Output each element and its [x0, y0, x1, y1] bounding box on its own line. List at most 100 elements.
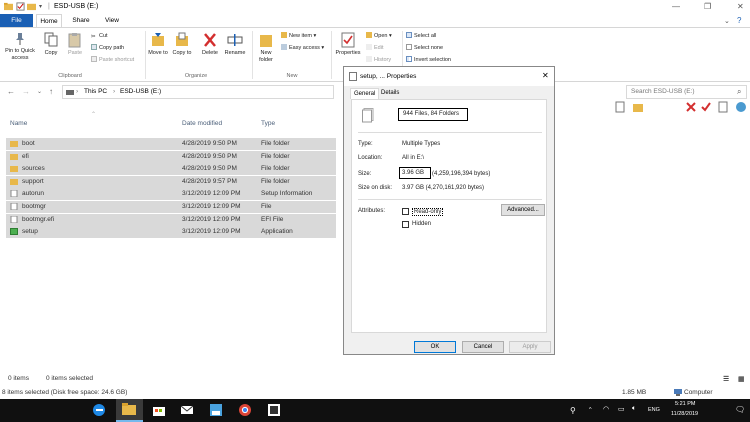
- file-row[interactable]: sources 4/28/2019 9:50 PM File folder: [6, 163, 336, 176]
- file-row[interactable]: support 4/28/2019 9:57 PM File folder: [6, 175, 336, 188]
- file-icon: [10, 203, 18, 210]
- page-icon[interactable]: [615, 101, 625, 113]
- file-row[interactable]: bootmgr.efi 3/12/2019 12:09 PM EFI File: [6, 213, 336, 226]
- easy-access-button[interactable]: Easy access ▾: [281, 44, 324, 52]
- advanced-button[interactable]: Advanced...: [501, 204, 545, 216]
- move-to-button[interactable]: Move to: [148, 32, 168, 57]
- new-folder-quick-icon[interactable]: [27, 2, 36, 11]
- select-none-button[interactable]: Select none: [406, 44, 443, 52]
- folder-toolbar-icon[interactable]: [633, 101, 643, 113]
- pin-quick-access-button[interactable]: Pin to Quick access: [3, 32, 37, 61]
- cut-button[interactable]: ✂ Cut: [91, 32, 108, 40]
- address-box[interactable]: › This PC › ESD-USB (E:): [62, 85, 334, 99]
- breadcrumb-this-pc[interactable]: This PC: [84, 88, 107, 95]
- breadcrumb-esd-usb[interactable]: ESD-USB (E:): [120, 88, 161, 95]
- app-icon[interactable]: [267, 403, 281, 417]
- cancel-button[interactable]: Cancel: [462, 341, 504, 353]
- readonly-checkbox[interactable]: [402, 208, 409, 215]
- file-row[interactable]: efi 4/28/2019 9:50 PM File folder: [6, 150, 336, 163]
- properties-toolbar-icon[interactable]: [718, 101, 728, 113]
- column-date[interactable]: Date modified: [182, 120, 222, 127]
- new-item-icon: [281, 32, 287, 38]
- delete-toolbar-icon[interactable]: [686, 101, 696, 113]
- edit-button[interactable]: Edit: [366, 44, 383, 52]
- new-item-button[interactable]: New item ▾: [281, 32, 316, 40]
- clock-date[interactable]: 11/28/2019: [671, 411, 698, 417]
- copy-to-button[interactable]: Copy to: [172, 32, 192, 57]
- tab-home[interactable]: Home: [36, 14, 62, 27]
- history-button[interactable]: History: [366, 56, 391, 64]
- recent-dropdown-icon[interactable]: ⌄: [37, 88, 42, 95]
- quick-access-dropdown-icon[interactable]: ▾: [39, 3, 42, 10]
- up-arrow-icon[interactable]: ↑: [49, 87, 53, 96]
- volume-icon[interactable]: 🔈︎: [632, 405, 636, 413]
- globe-toolbar-icon[interactable]: [735, 101, 747, 113]
- clock-time[interactable]: 5:21 PM: [675, 401, 695, 407]
- tab-general[interactable]: General: [350, 88, 380, 99]
- size-bytes: (4,259,196,394 bytes): [432, 171, 491, 177]
- copy-path-button[interactable]: Copy path: [91, 44, 124, 52]
- ok-button[interactable]: OK: [414, 341, 456, 353]
- tab-details[interactable]: Details: [378, 88, 402, 99]
- invert-selection-button[interactable]: Invert selection: [406, 56, 451, 64]
- rename-button[interactable]: Rename: [223, 32, 247, 57]
- file-row[interactable]: setup 3/12/2019 12:09 PM Application: [6, 226, 336, 239]
- tab-file[interactable]: File: [0, 14, 33, 27]
- paste-button[interactable]: Paste: [64, 32, 86, 57]
- delete-button[interactable]: Delete: [199, 32, 221, 57]
- file-row[interactable]: autorun 3/12/2019 12:09 PM Setup Informati…: [6, 188, 336, 201]
- dialog-close-icon[interactable]: ✕: [542, 71, 549, 80]
- file-row[interactable]: boot 4/28/2019 9:50 PM File folder: [6, 138, 336, 150]
- help-icon[interactable]: ?: [737, 16, 741, 25]
- move-to-icon: [152, 33, 164, 46]
- forward-arrow-icon[interactable]: →: [22, 87, 30, 96]
- open-button[interactable]: Open ▾: [366, 32, 392, 40]
- contents-value: 944 Files, 84 Folders: [403, 111, 460, 117]
- large-icons-view-icon[interactable]: ▦: [738, 375, 745, 383]
- readonly-label[interactable]: Read-only: [412, 208, 444, 216]
- properties-quick-icon[interactable]: [16, 2, 25, 11]
- battery-icon[interactable]: ▭: [618, 405, 625, 413]
- ribbon-expand-icon[interactable]: ⌄: [724, 17, 730, 25]
- mail-icon[interactable]: [180, 403, 194, 417]
- tray-chevron-icon[interactable]: ^: [589, 407, 592, 413]
- hidden-label[interactable]: Hidden: [412, 221, 431, 227]
- column-name[interactable]: Name: [10, 120, 27, 127]
- folder-icon: [10, 141, 18, 147]
- select-all-button[interactable]: Select all: [406, 32, 436, 40]
- breadcrumb-chevron-icon: ›: [76, 88, 79, 95]
- edge-icon[interactable]: [92, 403, 106, 417]
- details-view-icon[interactable]: ☰: [723, 375, 729, 383]
- folder-icon: [10, 153, 18, 160]
- language-indicator[interactable]: ENG: [648, 407, 660, 413]
- chrome-icon[interactable]: [238, 403, 252, 417]
- tab-share[interactable]: Share: [68, 14, 94, 27]
- divider: [358, 132, 542, 133]
- paste-shortcut-button[interactable]: Paste shortcut: [91, 56, 134, 64]
- maximize-button[interactable]: ❐: [704, 2, 711, 11]
- store-icon[interactable]: [152, 403, 166, 417]
- new-folder-icon: [260, 35, 272, 47]
- back-arrow-icon[interactable]: ←: [7, 87, 15, 96]
- check-toolbar-icon[interactable]: [701, 101, 711, 113]
- copy-button[interactable]: Copy: [40, 32, 62, 57]
- contents-box: 944 Files, 84 Folders: [398, 108, 468, 121]
- properties-button[interactable]: Properties: [334, 32, 362, 57]
- close-button[interactable]: ✕: [737, 2, 744, 11]
- minimize-button[interactable]: —: [672, 2, 680, 11]
- clipboard-group-label: Clipboard: [58, 73, 82, 79]
- delete-x-icon: [204, 33, 216, 47]
- people-icon[interactable]: ⚲: [570, 406, 576, 415]
- tab-view[interactable]: View: [99, 14, 125, 27]
- file-row[interactable]: bootmgr 3/12/2019 12:09 PM File: [6, 201, 336, 213]
- new-folder-button[interactable]: New folder: [255, 32, 277, 63]
- photos-icon[interactable]: [209, 403, 223, 417]
- wifi-icon[interactable]: ◠: [603, 405, 609, 413]
- taskbar-explorer-active[interactable]: [116, 399, 143, 422]
- notifications-icon[interactable]: 🗨︎: [735, 405, 745, 414]
- hidden-checkbox[interactable]: [402, 221, 409, 228]
- apply-button[interactable]: Apply: [509, 341, 551, 353]
- status-selected: 0 items selected: [46, 375, 93, 382]
- search-input[interactable]: Search ESD-USB (E:) ⌕: [626, 85, 747, 99]
- column-type[interactable]: Type: [261, 120, 275, 127]
